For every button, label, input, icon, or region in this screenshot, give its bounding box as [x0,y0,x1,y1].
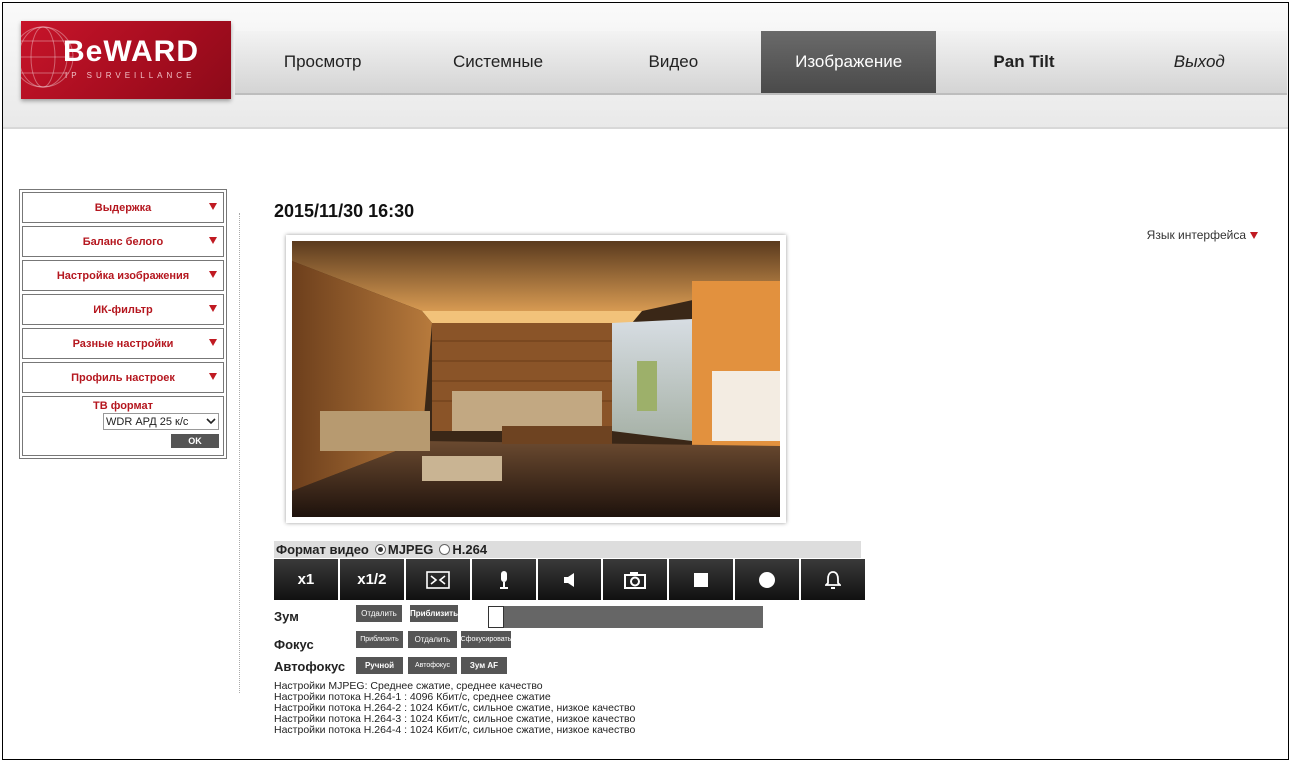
focus-auto-button[interactable]: Сфокусировать [461,631,511,648]
video-format-bar: Формат видео MJPEG H.264 [274,541,861,558]
autofocus-manual-button[interactable]: Ручной [356,657,403,674]
speaker-icon [563,572,574,587]
nav-logout[interactable]: Выход [1112,31,1287,93]
fit-screen-button[interactable] [405,559,470,600]
zoom-x1-button[interactable]: x1 [274,559,338,600]
sidebar-item-label: Профиль настроек [71,371,175,384]
triangle-down-icon [209,271,217,278]
triangle-down-icon [209,373,217,380]
video-toolbar: x1 x1/2 [274,559,866,600]
sidebar-item-exposure[interactable]: Выдержка [22,192,224,223]
bell-icon [825,570,842,589]
triangle-down-icon [209,203,217,210]
speaker-button[interactable] [537,559,602,600]
nav-video[interactable]: Видео [586,31,761,93]
radio-mjpeg[interactable] [374,544,386,555]
room-image [292,241,780,517]
stream-settings-info: Настройки MJPEG: Среднее сжатие, среднее… [274,681,635,736]
tv-format-ok-button[interactable]: OK [171,434,219,448]
tv-format-select[interactable]: WDR АРД 25 к/с [103,413,219,430]
snapshot-button[interactable] [603,559,668,600]
sidebar-item-image-settings[interactable]: Настройка изображения [22,260,224,291]
zoom-label: Зум [274,609,299,624]
stop-button[interactable] [669,559,734,600]
nav-system[interactable]: Системные [410,31,585,93]
page-frame: BeWARD IP SURVEILLANCE Просмотр Системны… [2,2,1289,760]
sidebar-item-profile[interactable]: Профиль настроек [22,362,224,393]
focus-near-button[interactable]: Приблизить [356,631,403,648]
settings-sidebar: Выдержка Баланс белого Настройка изображ… [19,189,227,459]
tv-format-value: WDR АРД 25 к/с [106,415,189,428]
sidebar-item-label: Выдержка [94,201,152,214]
microphone-icon [499,570,508,589]
language-selector[interactable]: Язык интерфейса [1147,228,1258,242]
triangle-down-icon [209,305,217,312]
chevron-down-icon [206,418,216,425]
autofocus-label: Автофокус [274,659,346,674]
sidebar-item-label: Разные настройки [72,337,174,350]
sidebar-divider [239,213,240,693]
triangle-down-icon [209,339,217,346]
language-label: Язык интерфейса [1146,228,1246,242]
radio-h264-label: H.264 [452,542,488,557]
nav-view[interactable]: Просмотр [235,31,410,93]
logo-brand: BeWARD [63,35,200,68]
microphone-button[interactable] [471,559,536,600]
zoom-slider-handle[interactable] [488,606,504,628]
fit-screen-icon [425,570,450,589]
zoom-slider[interactable] [488,606,763,628]
zoom-af-button[interactable]: Зум AF [461,657,507,674]
triangle-down-icon [1250,232,1258,240]
sidebar-item-ir-filter[interactable]: ИК-фильтр [22,294,224,325]
tv-format-label: ТВ формат [93,400,153,412]
radio-h264[interactable] [439,544,451,555]
zoom-out-button[interactable]: Отдалить [356,605,402,622]
header-divider [3,127,1288,129]
video-preview[interactable] [286,235,786,523]
alarm-button[interactable] [801,559,866,600]
autofocus-auto-button[interactable]: Автофокус [408,657,457,674]
main-nav: Просмотр Системные Видео Изображение Pan… [235,31,1287,95]
stop-icon [694,572,709,587]
zoom-in-button[interactable]: Приблизить [410,605,458,622]
record-icon [759,571,776,588]
sidebar-item-misc[interactable]: Разные настройки [22,328,224,359]
focus-far-button[interactable]: Отдалить [408,631,457,648]
sidebar-item-label: Баланс белого [82,235,164,248]
focus-label: Фокус [274,637,314,652]
tv-format-box: ТВ формат WDR АРД 25 к/с OK [22,396,224,456]
logo-tagline: IP SURVEILLANCE [65,71,196,80]
sidebar-item-label: Настройка изображения [56,269,190,282]
sidebar-item-white-balance[interactable]: Баланс белого [22,226,224,257]
radio-mjpeg-label: MJPEG [387,542,434,557]
triangle-down-icon [209,237,217,244]
camera-icon [624,571,647,589]
sidebar-item-label: ИК-фильтр [93,303,153,316]
nav-image[interactable]: Изображение [760,31,937,93]
beward-logo[interactable]: BeWARD IP SURVEILLANCE [21,21,231,99]
zoom-half-button[interactable]: x1/2 [339,559,404,600]
video-format-label: Формат видео [276,542,369,557]
nav-pan-tilt[interactable]: Pan Tilt [936,31,1111,93]
record-button[interactable] [735,559,800,600]
info-line: Настройки потока H.264-4 : 1024 Кбит/с, … [274,724,636,736]
camera-datetime: 2015/11/30 16:30 [274,201,415,221]
